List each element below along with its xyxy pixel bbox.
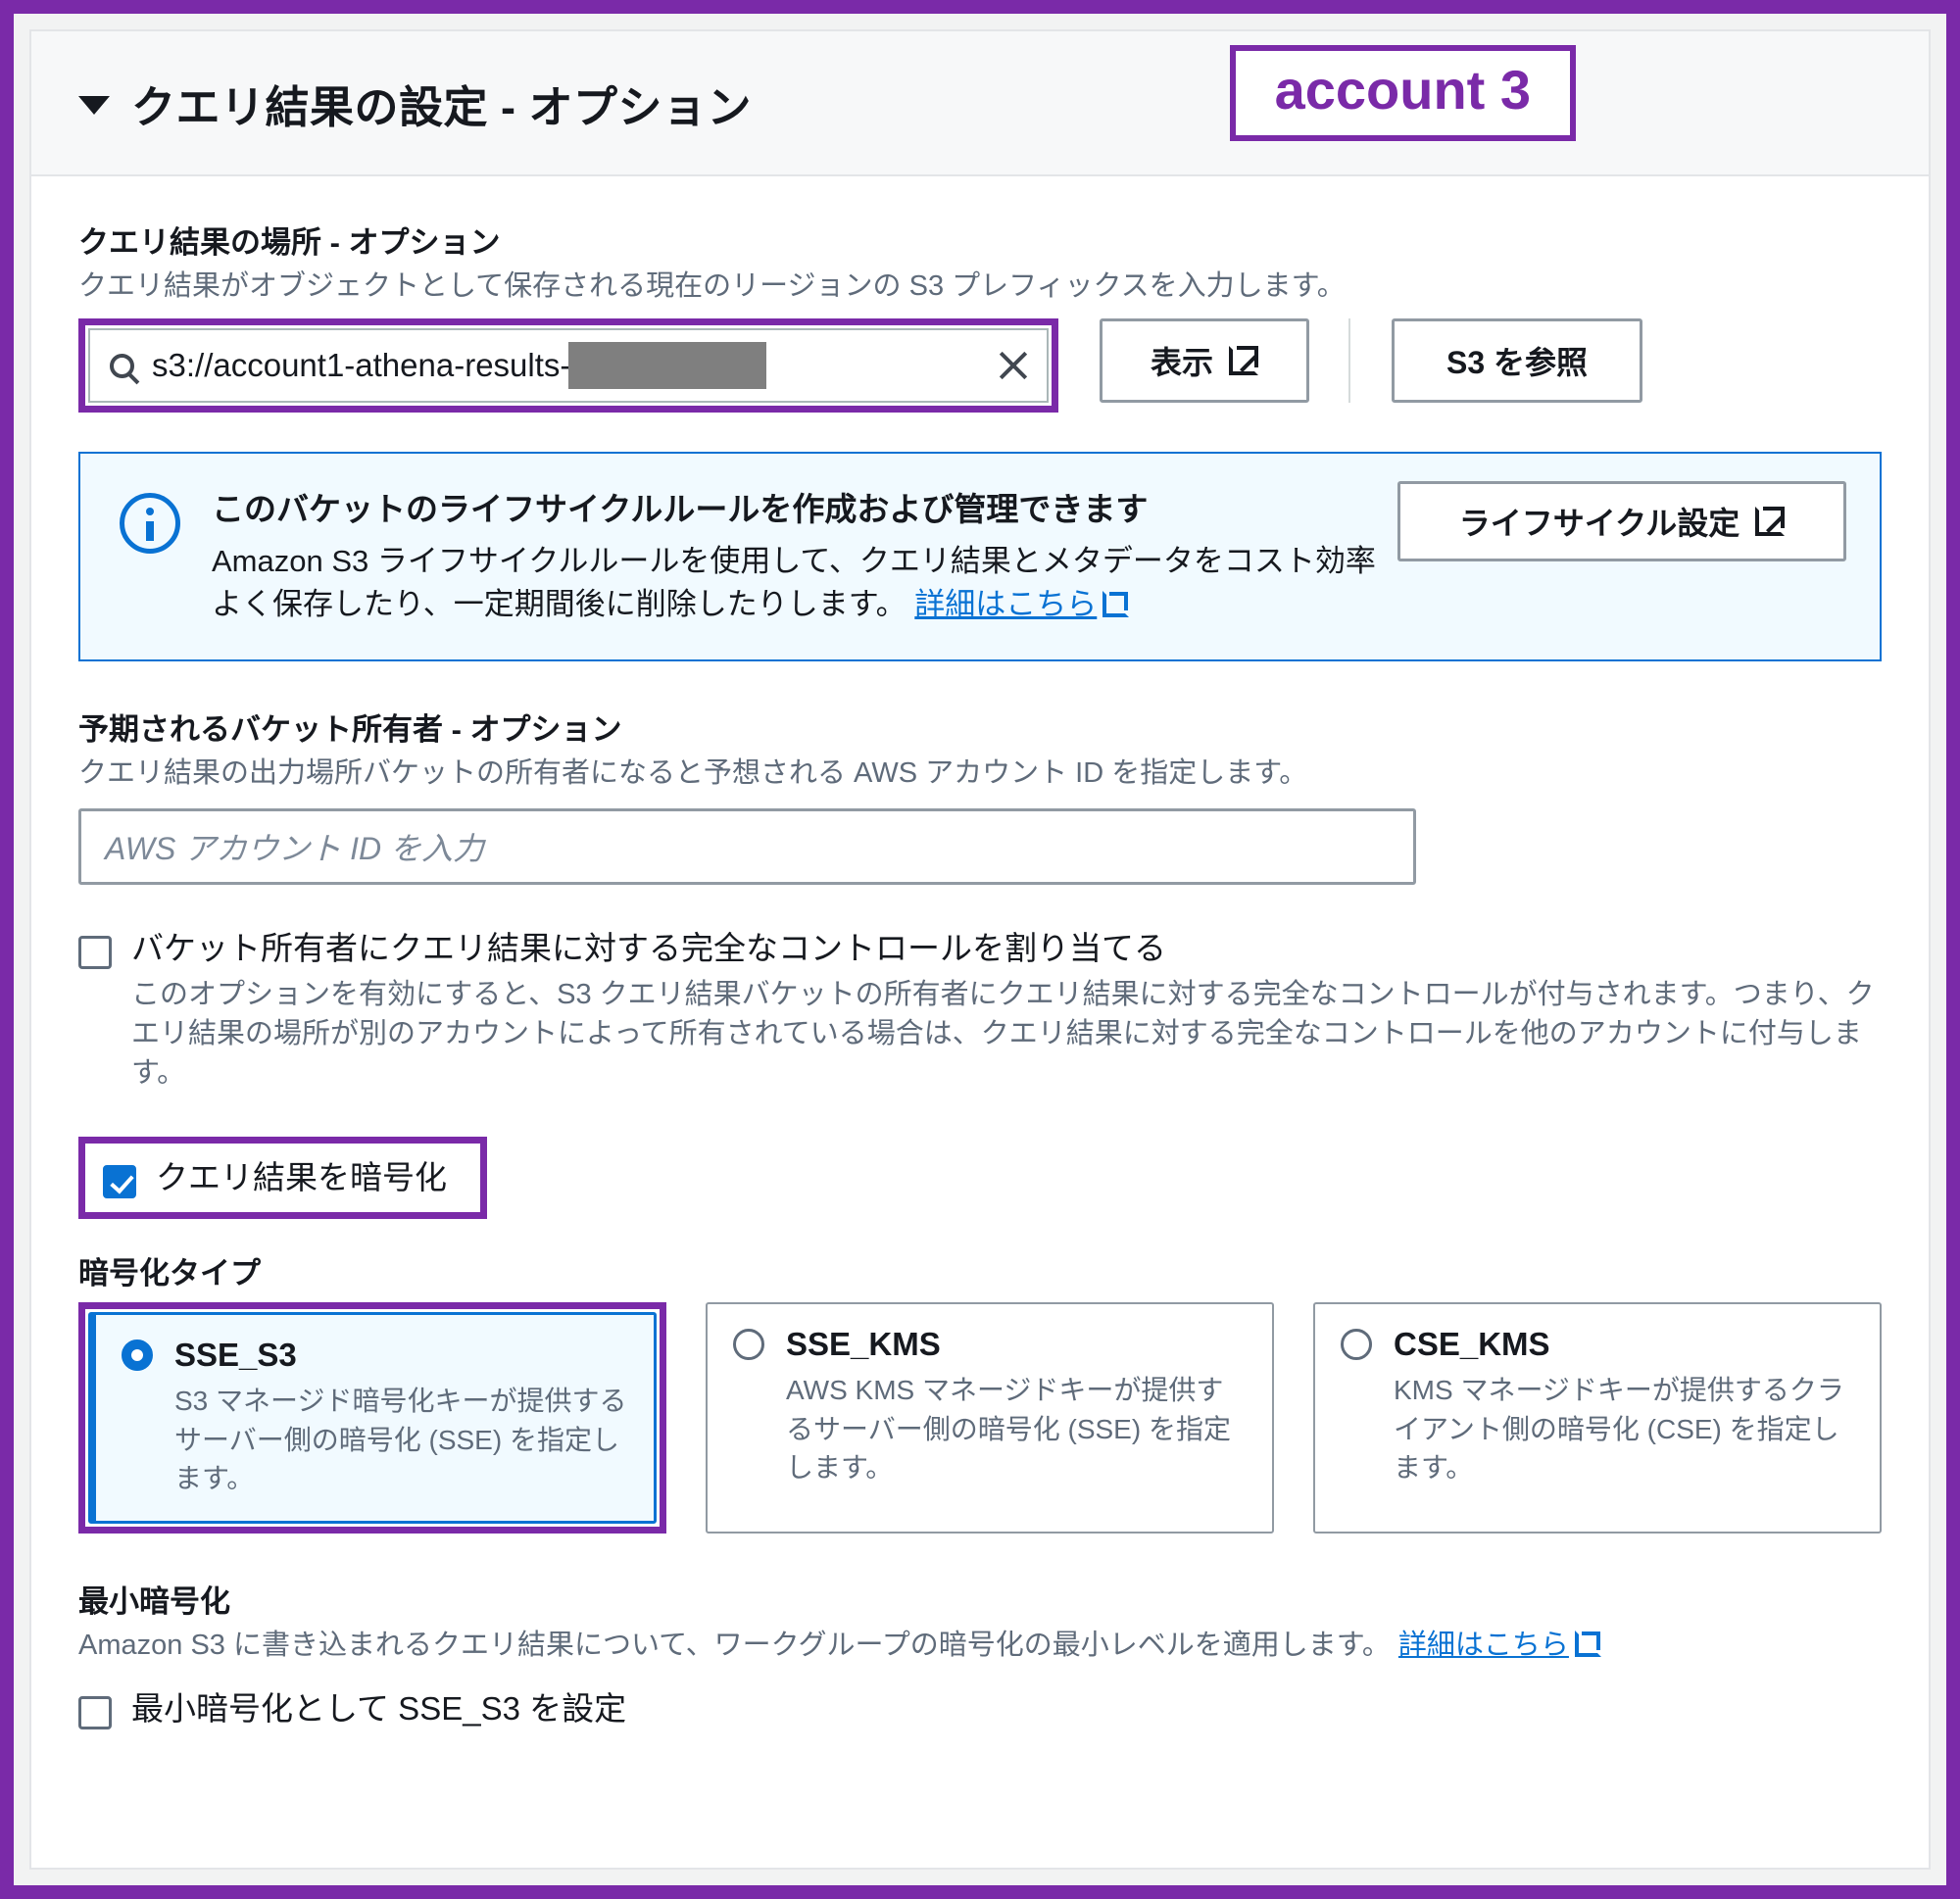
toolbar-divider	[1348, 318, 1350, 404]
encryption-type-label: 暗号化タイプ	[78, 1256, 261, 1291]
external-link-icon	[1229, 346, 1258, 376]
full-control-checkbox[interactable]	[78, 935, 112, 969]
query-location-input-value: s3://account1-athena-results-	[152, 347, 571, 384]
expected-bucket-owner-section: 予期されるバケット所有者 - オプション クエリ結果の出力場所バケットの所有者に…	[78, 705, 1882, 885]
full-control-label: バケット所有者にクエリ結果に対する完全なコントロールを割り当てる	[131, 929, 1166, 966]
minimum-encryption-section: 最小暗号化 Amazon S3 に書き込まれるクエリ結果について、ワークグループ…	[78, 1577, 1882, 1730]
encrypt-results-checkbox-row[interactable]: クエリ結果を暗号化	[103, 1157, 447, 1199]
expected-owner-placeholder: AWS アカウント ID を入力	[105, 830, 484, 866]
lifecycle-alert-text: このバケットのライフサイクルルールを作成および管理できます Amazon S3 …	[212, 483, 1388, 626]
page-title: クエリ結果の設定 - オプション	[131, 81, 752, 132]
lifecycle-alert-body-text: Amazon S3 ライフサイクルルールを使用して、クエリ結果とメタデータをコス…	[212, 544, 1376, 622]
encryption-option-cse-kms-head: CSE_KMS	[1341, 1326, 1854, 1363]
encryption-option-sse-s3-highlight: SSE_S3 S3 マネージド暗号化キーが提供するサーバー側の暗号化 (SSE)…	[78, 1302, 666, 1534]
minimum-encryption-description-text: Amazon S3 に書き込まれるクエリ結果について、ワークグループの暗号化の最…	[78, 1629, 1391, 1661]
encryption-option-sse-s3-title: SSE_S3	[174, 1337, 297, 1374]
minimum-encryption-checkbox[interactable]	[78, 1696, 112, 1730]
lifecycle-settings-button-label: ライフサイクル設定	[1458, 506, 1740, 542]
encryption-option-sse-kms-description: AWS KMS マネージドキーが提供するサーバー側の暗号化 (SSE) を指定し…	[786, 1375, 1231, 1483]
encryption-option-cse-kms-title: CSE_KMS	[1394, 1326, 1550, 1363]
full-control-help: このオプションを有効にすると、S3 クエリ結果バケットの所有者にクエリ結果に対す…	[131, 979, 1875, 1090]
encryption-option-cse-kms[interactable]: CSE_KMS KMS マネージドキーが提供するクライアント側の暗号化 (CSE…	[1313, 1302, 1882, 1534]
lifecycle-alert-body: Amazon S3 ライフサイクルルールを使用して、クエリ結果とメタデータをコス…	[212, 540, 1388, 626]
encrypt-results-label: クエリ結果を暗号化	[156, 1158, 447, 1195]
search-icon	[110, 353, 134, 378]
expected-owner-description: クエリ結果の出力場所バケットの所有者になると予想される AWS アカウント ID…	[78, 757, 1308, 790]
expected-owner-label: 予期されるバケット所有者 - オプション	[78, 712, 622, 748]
radio-cse-kms[interactable]	[1341, 1329, 1372, 1361]
encrypt-results-checkbox[interactable]	[103, 1164, 136, 1198]
minimum-encryption-label: 最小暗号化	[78, 1583, 230, 1619]
encryption-option-sse-kms-head: SSE_KMS	[733, 1326, 1247, 1363]
query-result-location-section: クエリ結果の場所 - オプション クエリ結果がオブジェクトとして保存される現在の…	[78, 218, 1882, 414]
encryption-type-cards: SSE_S3 S3 マネージド暗号化キーが提供するサーバー側の暗号化 (SSE)…	[78, 1302, 1882, 1534]
minimum-encryption-learn-more-link[interactable]: 詳細はこちら	[1398, 1630, 1569, 1661]
minimum-encryption-description: Amazon S3 に書き込まれるクエリ結果について、ワークグループの暗号化の最…	[78, 1627, 1882, 1665]
card-spacer	[666, 1302, 706, 1534]
browse-s3-button-label: S3 を参照	[1446, 345, 1589, 381]
encryption-option-sse-s3-description: S3 マネージド暗号化キーが提供するサーバー側の暗号化 (SSE) を指定します…	[174, 1386, 627, 1493]
full-control-checkbox-row[interactable]: バケット所有者にクエリ結果に対する完全なコントロールを割り当てる	[78, 928, 1882, 970]
minimum-encryption-checkbox-label: 最小暗号化として SSE_S3 を設定	[131, 1690, 627, 1728]
lifecycle-learn-more-link[interactable]: 詳細はこちら	[914, 587, 1097, 621]
external-link-icon	[1574, 1630, 1601, 1657]
query-location-input-highlight: s3://account1-athena-results-	[78, 318, 1058, 414]
radio-sse-kms[interactable]	[733, 1329, 764, 1361]
query-location-row: s3://account1-athena-results- 表示 S3 を参照	[78, 318, 1882, 414]
query-result-settings-panel: クエリ結果の設定 - オプション account 3 クエリ結果の場所 - オプ…	[29, 29, 1931, 1870]
redaction-block	[568, 342, 767, 390]
account-annotation-badge: account 3	[1229, 45, 1576, 142]
encryption-option-sse-kms[interactable]: SSE_KMS AWS KMS マネージドキーが提供するサーバー側の暗号化 (S…	[706, 1302, 1274, 1534]
encryption-option-sse-s3[interactable]: SSE_S3 S3 マネージド暗号化キーが提供するサーバー側の暗号化 (SSE)…	[88, 1312, 657, 1524]
encryption-type-section: 暗号化タイプ SSE_S3 S3 マネージド暗号化キーが提供するサーバー側の暗号…	[78, 1248, 1882, 1534]
query-location-label: クエリ結果の場所 - オプション	[78, 225, 501, 260]
close-icon[interactable]	[996, 348, 1031, 383]
query-location-input[interactable]: s3://account1-athena-results-	[88, 328, 1049, 404]
full-control-section: バケット所有者にクエリ結果に対する完全なコントロールを割り当てる このオプション…	[78, 928, 1882, 1094]
panel-header[interactable]: クエリ結果の設定 - オプション account 3	[31, 31, 1929, 176]
lifecycle-info-alert: このバケットのライフサイクルルールを作成および管理できます Amazon S3 …	[78, 452, 1882, 662]
encryption-option-sse-s3-head: SSE_S3	[122, 1337, 628, 1374]
expected-owner-input[interactable]: AWS アカウント ID を入力	[78, 807, 1416, 885]
info-icon	[120, 493, 180, 555]
external-link-icon	[1755, 507, 1786, 537]
view-button-label: 表示	[1150, 345, 1213, 381]
query-location-description: クエリ結果がオブジェクトとして保存される現在のリージョンの S3 プレフィックス…	[78, 270, 1346, 302]
encryption-option-sse-kms-title: SSE_KMS	[786, 1326, 941, 1363]
lifecycle-alert-title: このバケットのライフサイクルルールを作成および管理できます	[212, 491, 1149, 528]
view-button[interactable]: 表示	[1100, 318, 1309, 404]
external-link-icon	[1102, 591, 1130, 618]
caret-down-icon[interactable]	[78, 95, 110, 115]
lifecycle-settings-button[interactable]: ライフサイクル設定	[1397, 481, 1846, 562]
browse-s3-button[interactable]: S3 を参照	[1392, 318, 1642, 404]
encryption-option-cse-kms-description: KMS マネージドキーが提供するクライアント側の暗号化 (CSE) を指定します…	[1394, 1375, 1844, 1483]
panel-body: クエリ結果の場所 - オプション クエリ結果がオブジェクトとして保存される現在の…	[31, 176, 1929, 1730]
encrypt-results-highlight: クエリ結果を暗号化	[78, 1136, 487, 1220]
annotated-screenshot-frame: クエリ結果の設定 - オプション account 3 クエリ結果の場所 - オプ…	[0, 0, 1960, 1899]
minimum-encryption-checkbox-row[interactable]: 最小暗号化として SSE_S3 を設定	[78, 1688, 1882, 1730]
radio-sse-s3[interactable]	[122, 1339, 153, 1372]
card-spacer	[1274, 1302, 1313, 1534]
